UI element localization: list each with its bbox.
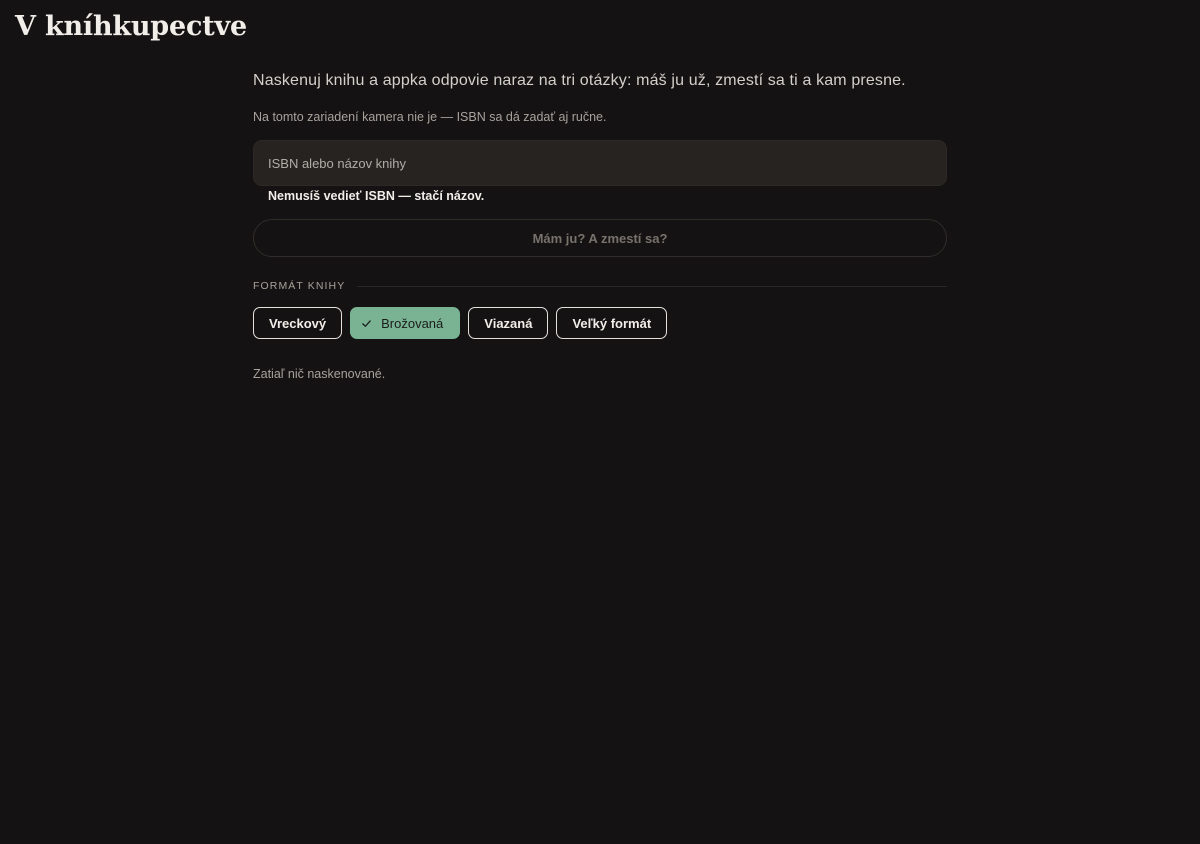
format-option-label: Veľký formát [572,315,652,331]
check-book-button[interactable]: Mám ju? A zmestí sa? [253,219,947,257]
format-option-label: Viazaná [484,315,533,331]
format-option-hardcover[interactable]: Viazaná [468,307,549,339]
empty-state-text: Zatiaľ nič naskenované. [253,367,386,381]
format-options: Vreckový Brožovaná Viazaná Veľký formát [253,307,668,339]
isbn-search-input[interactable] [253,140,947,186]
format-option-paperback[interactable]: Brožovaná [350,307,461,339]
format-option-large[interactable]: Veľký formát [556,307,668,339]
intro-text: Naskenuj knihu a appka odpovie naraz na … [253,72,906,89]
format-option-label: Vreckový [269,315,327,331]
app-title: V kníhkupectve [15,11,247,42]
search-hint: Nemusíš vedieť ISBN — stačí názov. [268,189,485,203]
format-option-label: Brožovaná [381,315,444,331]
format-label: FORMÁT KNIHY [253,280,346,292]
check-icon [362,319,371,327]
camera-note: Na tomto zariadení kamera nie je — ISBN … [253,110,607,124]
divider [357,285,947,287]
format-section-header: FORMÁT KNIHY [253,278,947,294]
format-option-pocket[interactable]: Vreckový [253,307,343,339]
